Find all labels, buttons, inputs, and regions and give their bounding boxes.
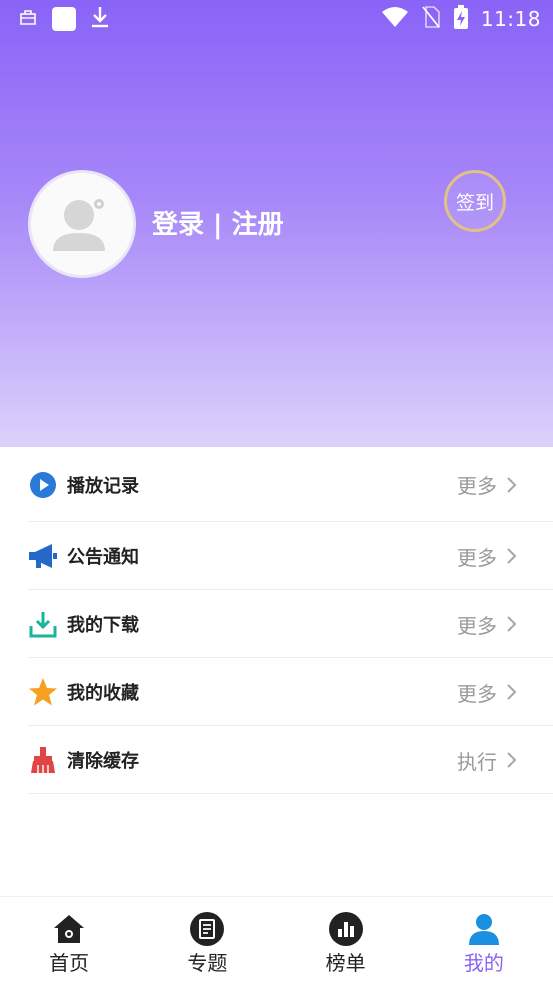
menu-item-action: 执行: [457, 749, 497, 774]
profile-icon: [466, 911, 502, 947]
broom-icon: [28, 745, 58, 775]
megaphone-icon: [28, 541, 58, 571]
briefcase-icon: [18, 7, 38, 31]
status-time: 11:18: [480, 7, 541, 31]
tab-label: 我的: [463, 951, 504, 975]
chevron-right-icon: [503, 614, 519, 634]
status-bar: 11:18: [0, 0, 553, 38]
tab-topics[interactable]: 专题: [138, 897, 276, 983]
chevron-right-icon: [503, 682, 519, 702]
battery-charging-icon: [453, 4, 469, 34]
menu-item-my-downloads[interactable]: 我的下载 更多: [0, 590, 553, 658]
divider: [28, 793, 553, 794]
chevron-right-icon: [503, 546, 519, 566]
topic-icon: [189, 911, 225, 947]
menu-item-action: 更多: [457, 545, 497, 570]
menu-item-label: 公告通知: [67, 547, 139, 568]
menu-item-action: 更多: [457, 681, 497, 706]
home-icon: [51, 911, 87, 947]
play-circle-icon: [28, 470, 58, 500]
tab-label: 榜单: [325, 951, 366, 975]
checkin-label: 签到: [455, 191, 494, 214]
default-avatar-icon: [53, 197, 106, 251]
login-register-link[interactable]: 登录 | 注册: [152, 204, 284, 241]
menu-item-play-history[interactable]: 播放记录 更多: [0, 447, 553, 522]
menu-item-action: 更多: [457, 613, 497, 638]
no-sim-icon: [421, 5, 441, 33]
menu-item-clear-cache[interactable]: 清除缓存 执行: [0, 726, 553, 794]
tab-label: 首页: [49, 951, 90, 975]
tab-label: 专题: [187, 951, 228, 975]
menu-item-label: 清除缓存: [67, 751, 139, 772]
avatar[interactable]: [28, 170, 136, 278]
menu-list: 播放记录 更多 公告通知 更多 我的下载 更多 我的收藏 更多 清除缓存 执行: [0, 447, 553, 794]
app-square-icon: [52, 7, 76, 31]
menu-item-label: 我的收藏: [67, 683, 139, 704]
chevron-right-icon: [503, 750, 519, 770]
ranking-icon: [328, 911, 364, 947]
checkin-button[interactable]: 签到: [444, 170, 506, 232]
star-icon: [28, 677, 58, 707]
menu-item-announcements[interactable]: 公告通知 更多: [0, 522, 553, 590]
chevron-right-icon: [503, 475, 519, 495]
bottom-tab-bar: 首页 专题 榜单 我的: [0, 896, 553, 983]
menu-item-action: 更多: [457, 474, 497, 498]
menu-item-label: 我的下载: [67, 615, 139, 636]
tab-home[interactable]: 首页: [0, 897, 138, 983]
wifi-icon: [381, 6, 409, 32]
download-tray-icon: [28, 609, 58, 639]
profile-header: 11:18 登录 | 注册 签到: [0, 0, 553, 447]
tab-mine[interactable]: 我的: [415, 897, 553, 983]
menu-item-favorites[interactable]: 我的收藏 更多: [0, 658, 553, 726]
download-icon: [90, 5, 110, 33]
tab-rankings[interactable]: 榜单: [277, 897, 415, 983]
menu-item-label: 播放记录: [67, 475, 139, 497]
